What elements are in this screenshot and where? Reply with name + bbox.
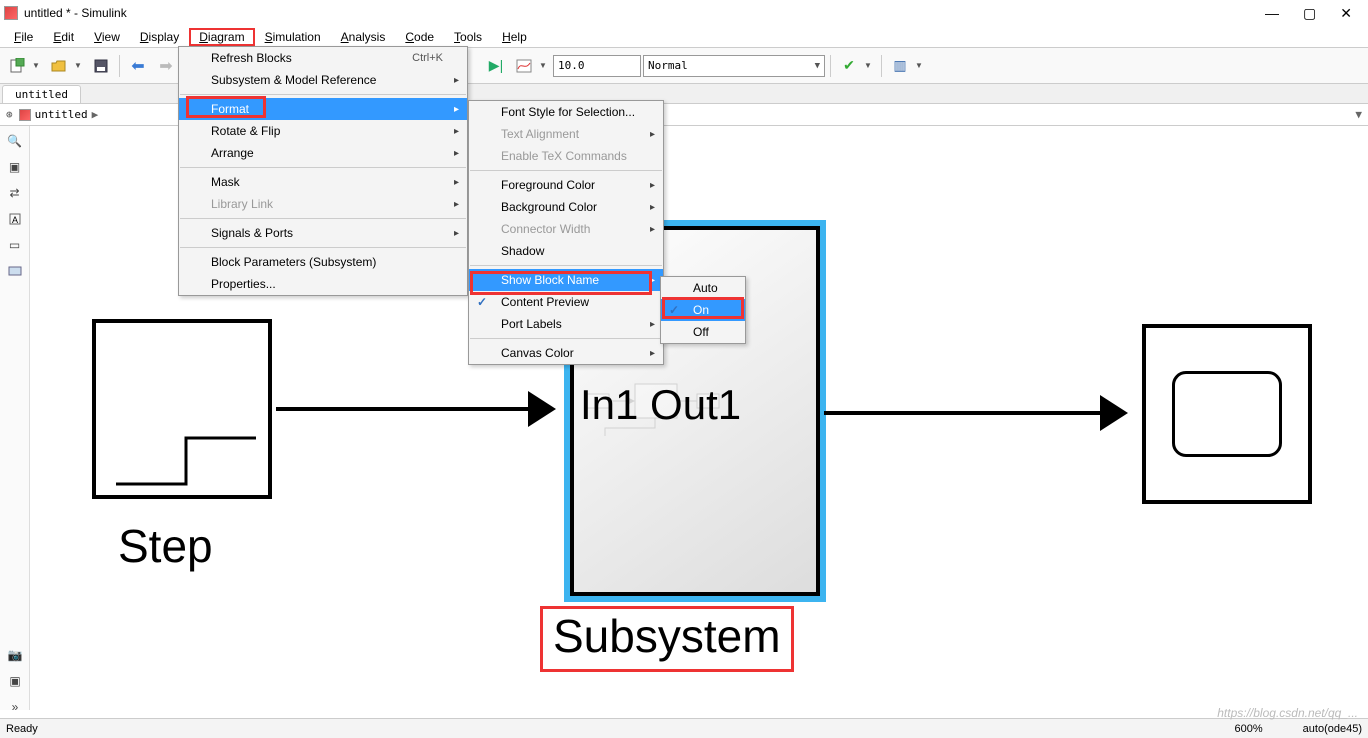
menu-item-font-style-for-selection-[interactable]: Font Style for Selection...	[469, 101, 663, 123]
menu-item-format[interactable]: Format	[179, 98, 467, 120]
breadcrumb-dropdown-icon[interactable]: ▼	[1355, 108, 1362, 121]
toolbar-separator	[119, 55, 120, 77]
forward-button[interactable]: ➡	[153, 53, 179, 79]
simulation-mode-label: Normal	[648, 59, 688, 72]
menu-item-on[interactable]: ✓On	[661, 299, 745, 321]
bottom-side-toolbar: 📷 ▣ »	[0, 646, 30, 716]
model-icon	[19, 109, 31, 121]
menu-edit[interactable]: Edit	[43, 28, 84, 46]
new-dropdown-icon[interactable]: ▼	[32, 61, 44, 70]
scope-block[interactable]	[1142, 324, 1312, 504]
menu-code[interactable]: Code	[395, 28, 444, 46]
menu-item-arrange[interactable]: Arrange	[179, 142, 467, 164]
menu-analysis[interactable]: Analysis	[331, 28, 396, 46]
step-block-label[interactable]: Step	[118, 519, 213, 573]
scope-screen-icon	[1172, 371, 1282, 457]
scope-button[interactable]	[511, 53, 537, 79]
menu-item-signals-ports[interactable]: Signals & Ports	[179, 222, 467, 244]
back-button[interactable]: ⬅	[125, 53, 151, 79]
maximize-button[interactable]: ▢	[1303, 5, 1316, 22]
menu-file[interactable]: File	[4, 28, 43, 46]
breadcrumb-model[interactable]: untitled	[35, 108, 88, 121]
check-model-button[interactable]: ✔	[836, 53, 862, 79]
toolbar-separator	[881, 55, 882, 77]
svg-text:A: A	[12, 215, 18, 225]
menu-item-canvas-color[interactable]: Canvas Color	[469, 342, 663, 364]
menu-diagram[interactable]: Diagram	[189, 28, 254, 46]
menu-simulation[interactable]: Simulation	[255, 28, 331, 46]
app-icon	[4, 6, 18, 20]
menu-item-refresh-blocks[interactable]: Refresh BlocksCtrl+K	[179, 47, 467, 69]
menu-item-background-color[interactable]: Background Color	[469, 196, 663, 218]
subsystem-port-labels: In1 Out1	[580, 381, 741, 429]
build-dropdown-icon[interactable]: ▼	[915, 61, 927, 70]
save-button[interactable]	[88, 53, 114, 79]
menu-item-show-block-name[interactable]: Show Block Name	[469, 269, 663, 291]
breadcrumb-chevron-icon[interactable]: ▶	[92, 108, 99, 121]
step-block[interactable]	[92, 319, 272, 499]
format-submenu[interactable]: Font Style for Selection...Text Alignmen…	[468, 100, 664, 365]
close-button[interactable]: ✕	[1340, 5, 1352, 22]
signal-wire[interactable]	[276, 407, 546, 411]
toolbar-separator	[830, 55, 831, 77]
open-dropdown-icon[interactable]: ▼	[74, 61, 86, 70]
side-toolbar: 🔍 ▣ ⇄ A ▭	[0, 126, 30, 710]
scope-dropdown-icon[interactable]: ▼	[539, 61, 551, 70]
zoom-tool-icon[interactable]: 🔍	[6, 132, 24, 150]
menu-item-port-labels[interactable]: Port Labels	[469, 313, 663, 335]
fit-tool-icon[interactable]: ▣	[6, 158, 24, 176]
expand-panel-icon[interactable]: »	[6, 698, 24, 716]
menu-item-rotate-flip[interactable]: Rotate & Flip	[179, 120, 467, 142]
solver-label[interactable]: auto(ode45)	[1303, 723, 1362, 735]
arrowhead-icon	[1100, 395, 1128, 431]
zoom-level[interactable]: 600%	[1235, 723, 1263, 735]
window-controls: — ▢ ✕	[1265, 5, 1364, 22]
menu-item-properties-[interactable]: Properties...	[179, 273, 467, 295]
menu-item-enable-tex-commands: Enable TeX Commands	[469, 145, 663, 167]
step-wave-icon	[116, 436, 256, 486]
menu-item-foreground-color[interactable]: Foreground Color	[469, 174, 663, 196]
menu-item-connector-width: Connector Width	[469, 218, 663, 240]
menu-item-content-preview[interactable]: ✓Content Preview	[469, 291, 663, 313]
menu-item-off[interactable]: Off	[661, 321, 745, 343]
camera-tool-icon[interactable]: 📷	[6, 646, 24, 664]
menubar[interactable]: FileEditViewDisplayDiagramSimulationAnal…	[0, 26, 1368, 48]
record-tool-icon[interactable]: ▣	[6, 672, 24, 690]
menu-help[interactable]: Help	[492, 28, 537, 46]
arrow-tool-icon[interactable]: ⇄	[6, 184, 24, 202]
menu-display[interactable]: Display	[130, 28, 189, 46]
titlebar: untitled * - Simulink — ▢ ✕	[0, 0, 1368, 26]
arrowhead-icon	[528, 391, 556, 427]
show-block-name-submenu[interactable]: Auto✓OnOff	[660, 276, 746, 344]
window-title: untitled * - Simulink	[24, 6, 127, 20]
menu-item-mask[interactable]: Mask	[179, 171, 467, 193]
menu-item-subsystem-model-reference[interactable]: Subsystem & Model Reference	[179, 69, 467, 91]
open-button[interactable]	[46, 53, 72, 79]
menu-item-shadow[interactable]: Shadow	[469, 240, 663, 262]
minimize-button[interactable]: —	[1265, 5, 1279, 22]
build-button[interactable]: ▥	[887, 53, 913, 79]
model-tab[interactable]: untitled	[2, 85, 81, 103]
menu-item-library-link: Library Link	[179, 193, 467, 215]
watermark: https://blog.csdn.net/qq_...	[1217, 706, 1358, 720]
rectangle-tool-icon[interactable]	[6, 262, 24, 280]
breadcrumb-root-icon[interactable]: ⊛	[6, 108, 13, 121]
statusbar: Ready 600% auto(ode45)	[0, 718, 1368, 738]
status-text: Ready	[6, 723, 38, 735]
image-tool-icon[interactable]: ▭	[6, 236, 24, 254]
menu-item-text-alignment: Text Alignment	[469, 123, 663, 145]
new-model-button[interactable]	[4, 53, 30, 79]
subsystem-block-label[interactable]: Subsystem	[540, 606, 794, 672]
step-forward-button[interactable]: ▶|	[483, 53, 509, 79]
signal-wire[interactable]	[824, 411, 1122, 415]
menu-tools[interactable]: Tools	[444, 28, 492, 46]
annotation-tool-icon[interactable]: A	[6, 210, 24, 228]
simulation-mode-select[interactable]: Normal▼	[643, 55, 825, 77]
diagram-menu[interactable]: Refresh BlocksCtrl+KSubsystem & Model Re…	[178, 46, 468, 296]
menu-view[interactable]: View	[84, 28, 130, 46]
menu-item-auto[interactable]: Auto	[661, 277, 745, 299]
menu-item-block-parameters-subsystem-[interactable]: Block Parameters (Subsystem)	[179, 251, 467, 273]
simulation-time-input[interactable]	[553, 55, 641, 77]
check-dropdown-icon[interactable]: ▼	[864, 61, 876, 70]
